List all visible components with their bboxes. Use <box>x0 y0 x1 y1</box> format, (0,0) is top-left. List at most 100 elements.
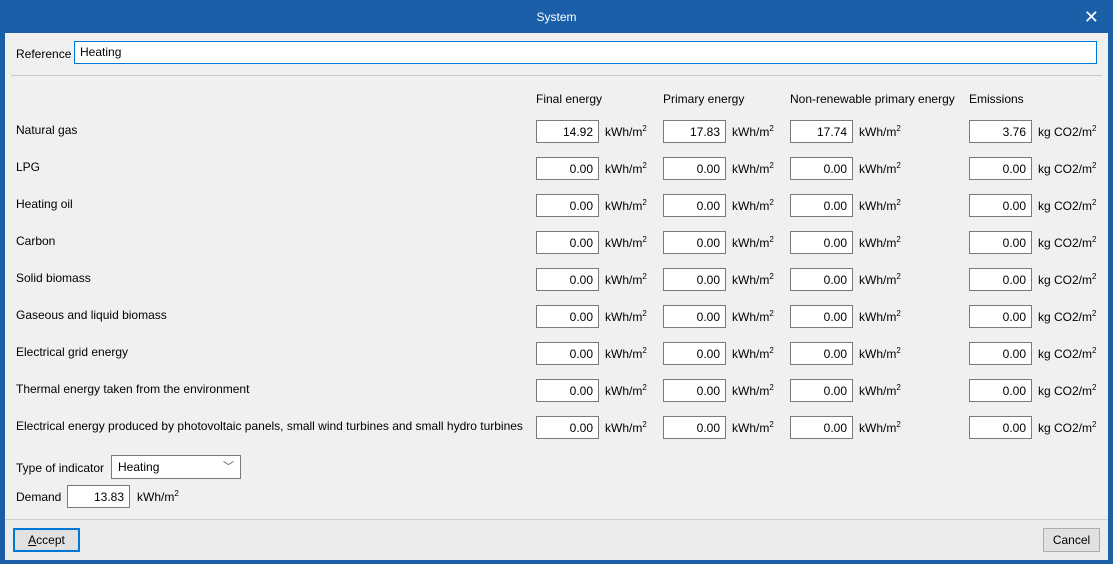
value-input[interactable]: 0.00 <box>663 379 726 402</box>
unit-label: kWh/m2 <box>605 346 647 361</box>
value-input[interactable]: 17.74 <box>790 120 853 143</box>
value-input[interactable]: 0.00 <box>536 305 599 328</box>
unit-label: kWh/m2 <box>732 383 774 398</box>
row-label: Electrical grid energy <box>16 345 129 359</box>
unit-label: kWh/m2 <box>605 420 647 435</box>
unit-label: kWh/m2 <box>605 161 647 176</box>
unit-label: kg CO2/m2 <box>1038 383 1097 398</box>
unit-label: kWh/m2 <box>859 272 901 287</box>
value-input[interactable]: 0.00 <box>969 268 1032 291</box>
value-input[interactable]: 0.00 <box>663 416 726 439</box>
row-label: Thermal energy taken from the environmen… <box>16 382 250 396</box>
value-input[interactable]: 0.00 <box>790 268 853 291</box>
value-input[interactable]: 0.00 <box>969 157 1032 180</box>
value-input[interactable]: 0.00 <box>969 194 1032 217</box>
unit-label: kWh/m2 <box>605 235 647 250</box>
row-label: Natural gas <box>16 123 78 137</box>
unit-label: kWh/m2 <box>859 346 901 361</box>
value-input[interactable]: 0.00 <box>663 194 726 217</box>
value-input[interactable]: 0.00 <box>663 305 726 328</box>
value-input[interactable]: 0.00 <box>790 231 853 254</box>
demand-input[interactable]: 13.83 <box>67 485 130 508</box>
value-input[interactable]: 0.00 <box>790 194 853 217</box>
unit-label: kWh/m2 <box>605 124 647 139</box>
value-input[interactable]: 0.00 <box>790 379 853 402</box>
close-icon[interactable]: ✕ <box>1084 0 1099 34</box>
dialog-body: Reference Heating Final energy Primary e… <box>5 33 1108 560</box>
unit-label: kWh/m2 <box>859 161 901 176</box>
unit-label: kg CO2/m2 <box>1038 272 1097 287</box>
value-input[interactable]: 0.00 <box>663 342 726 365</box>
header-final-energy: Final energy <box>536 92 603 106</box>
unit-label: kWh/m2 <box>732 161 774 176</box>
chevron-down-icon: ﹀ <box>223 461 234 473</box>
value-input[interactable]: 0.00 <box>536 268 599 291</box>
unit-label: kWh/m2 <box>732 235 774 250</box>
title-bar: System ✕ <box>0 0 1113 33</box>
row-label: Gaseous and liquid biomass <box>16 308 167 322</box>
value-input[interactable]: 0.00 <box>536 379 599 402</box>
accept-button[interactable]: Accept <box>13 528 80 552</box>
unit-label: kWh/m2 <box>859 198 901 213</box>
unit-label: kWh/m2 <box>859 420 901 435</box>
unit-label: kg CO2/m2 <box>1038 309 1097 324</box>
reference-label: Reference <box>16 47 72 61</box>
value-input[interactable]: 0.00 <box>536 194 599 217</box>
unit-label: kWh/m2 <box>732 346 774 361</box>
separator <box>11 75 1102 76</box>
unit-label: kWh/m2 <box>605 198 647 213</box>
row-label: Heating oil <box>16 197 73 211</box>
footer: Accept Cancel <box>5 519 1108 560</box>
header-primary-energy: Primary energy <box>663 92 745 106</box>
reference-input[interactable]: Heating <box>74 41 1097 64</box>
value-input[interactable]: 0.00 <box>969 379 1032 402</box>
value-input[interactable]: 3.76 <box>969 120 1032 143</box>
unit-label: kWh/m2 <box>859 383 901 398</box>
unit-label: kWh/m2 <box>732 309 774 324</box>
value-input[interactable]: 0.00 <box>790 305 853 328</box>
value-input[interactable]: 14.92 <box>536 120 599 143</box>
demand-label: Demand <box>16 490 62 504</box>
unit-label: kg CO2/m2 <box>1038 420 1097 435</box>
unit-label: kWh/m2 <box>605 309 647 324</box>
demand-unit: kWh/m2 <box>137 489 179 504</box>
value-input[interactable]: 0.00 <box>536 342 599 365</box>
unit-label: kg CO2/m2 <box>1038 198 1097 213</box>
row-label: Carbon <box>16 234 56 248</box>
unit-label: kg CO2/m2 <box>1038 235 1097 250</box>
header-non-renewable: Non-renewable primary energy <box>790 92 955 106</box>
value-input[interactable]: 0.00 <box>969 342 1032 365</box>
value-input[interactable]: 0.00 <box>536 416 599 439</box>
unit-label: kWh/m2 <box>732 420 774 435</box>
unit-label: kWh/m2 <box>605 383 647 398</box>
header-emissions: Emissions <box>969 92 1024 106</box>
row-label: Solid biomass <box>16 271 91 285</box>
value-input[interactable]: 0.00 <box>790 342 853 365</box>
row-label: Electrical energy produced by photovolta… <box>16 419 523 433</box>
value-input[interactable]: 0.00 <box>663 231 726 254</box>
indicator-select[interactable]: Heating ﹀ <box>111 455 241 479</box>
cancel-button[interactable]: Cancel <box>1043 528 1100 552</box>
value-input[interactable]: 0.00 <box>969 305 1032 328</box>
unit-label: kg CO2/m2 <box>1038 124 1097 139</box>
value-input[interactable]: 17.83 <box>663 120 726 143</box>
value-input[interactable]: 0.00 <box>790 416 853 439</box>
value-input[interactable]: 0.00 <box>536 157 599 180</box>
indicator-value: Heating <box>118 460 160 474</box>
value-input[interactable]: 0.00 <box>536 231 599 254</box>
unit-label: kWh/m2 <box>859 309 901 324</box>
unit-label: kWh/m2 <box>732 198 774 213</box>
row-label: LPG <box>16 160 41 174</box>
window-title: System <box>536 10 577 24</box>
value-input[interactable]: 0.00 <box>663 268 726 291</box>
value-input[interactable]: 0.00 <box>790 157 853 180</box>
unit-label: kWh/m2 <box>732 272 774 287</box>
unit-label: kWh/m2 <box>859 124 901 139</box>
indicator-label: Type of indicator <box>16 461 105 475</box>
unit-label: kWh/m2 <box>732 124 774 139</box>
value-input[interactable]: 0.00 <box>663 157 726 180</box>
unit-label: kWh/m2 <box>605 272 647 287</box>
value-input[interactable]: 0.00 <box>969 231 1032 254</box>
value-input[interactable]: 0.00 <box>969 416 1032 439</box>
unit-label: kg CO2/m2 <box>1038 346 1097 361</box>
